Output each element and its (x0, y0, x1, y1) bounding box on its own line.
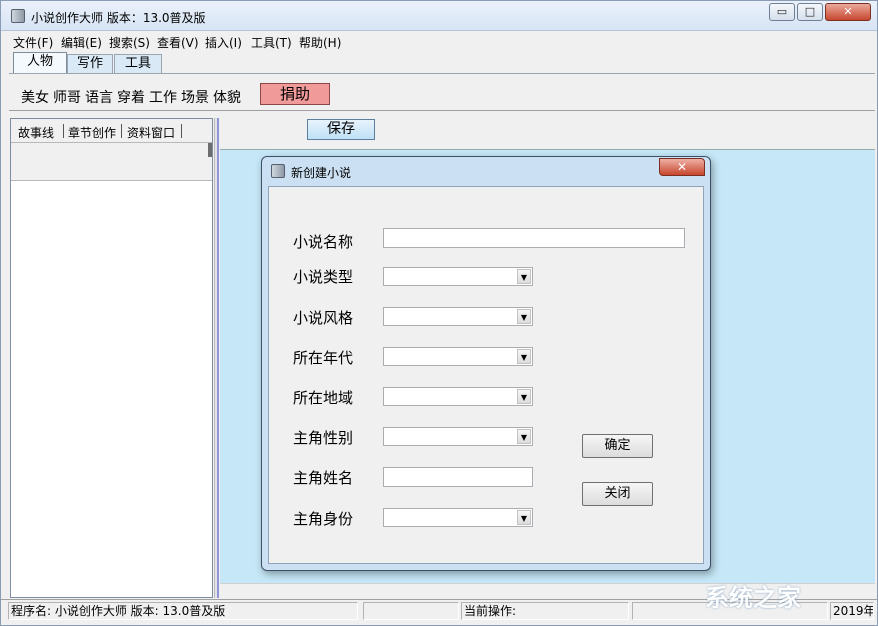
new-novel-dialog: 新创建小说 ✕ 小说名称 小说类型 ▼ 小说风格 ▼ 所在年代 ▼ 所在地域 ▼… (261, 156, 711, 571)
link-scene[interactable]: 场景 (181, 87, 209, 107)
tab-separator (63, 124, 64, 138)
watermark-logo: 系统之家 (705, 584, 801, 612)
chevron-down-icon[interactable]: ▼ (517, 309, 531, 324)
menu-help[interactable]: 帮助(H) (299, 34, 341, 50)
menu-insert[interactable]: 插入(I) (205, 34, 242, 50)
novel-type-select[interactable]: ▼ (383, 267, 533, 286)
link-beauty[interactable]: 美女 (21, 87, 49, 107)
app-icon (11, 9, 25, 23)
window-title: 小说创作大师 版本：13.0普及版 (31, 11, 206, 25)
novel-style-select[interactable]: ▼ (383, 307, 533, 326)
menu-edit[interactable]: 编辑(E) (61, 34, 102, 50)
tab-characters[interactable]: 人物 (13, 52, 67, 74)
label-protagonist-gender: 主角性别 (293, 429, 354, 447)
left-tab-strip: 故事线 章节创作 资料窗口 (11, 119, 212, 143)
tab-tools[interactable]: 工具 (114, 54, 162, 74)
label-era: 所在年代 (293, 349, 354, 367)
chevron-down-icon[interactable]: ▼ (517, 269, 531, 284)
tab-chapter-writing[interactable]: 章节创作 (68, 124, 116, 141)
save-button[interactable]: 保存 (307, 119, 375, 140)
chevron-down-icon[interactable]: ▼ (517, 510, 531, 525)
ok-button[interactable]: 确定 (582, 434, 653, 458)
close-button[interactable]: ✕ (825, 3, 871, 21)
chevron-down-icon[interactable]: ▼ (517, 429, 531, 444)
label-novel-name: 小说名称 (293, 233, 354, 251)
tab-writing[interactable]: 写作 (67, 54, 113, 74)
menu-view[interactable]: 查看(V) (157, 34, 199, 50)
label-novel-type: 小说类型 (293, 268, 354, 286)
minimize-button[interactable]: ▭ (769, 3, 795, 21)
status-empty-1 (363, 602, 459, 620)
maximize-button[interactable]: □ (797, 3, 823, 21)
status-year: 2019年 (830, 602, 874, 620)
left-panel: 故事线 章节创作 资料窗口 (10, 118, 213, 598)
left-panel-scroll-thumb[interactable] (208, 143, 212, 157)
link-brother[interactable]: 师哥 (53, 87, 81, 107)
dialog-close-icon[interactable]: ✕ (659, 158, 705, 176)
tab-separator (181, 124, 182, 138)
dialog-body: 小说名称 小说类型 ▼ 小说风格 ▼ 所在年代 ▼ 所在地域 ▼ 主角性别 ▼ … (268, 186, 704, 564)
splitter-accent (217, 118, 219, 598)
dialog-app-icon (271, 164, 285, 178)
link-work[interactable]: 工作 (149, 87, 177, 107)
novel-name-input[interactable] (383, 228, 685, 248)
protagonist-name-input[interactable] (383, 467, 533, 487)
protagonist-gender-select[interactable]: ▼ (383, 427, 533, 446)
label-protagonist-name: 主角姓名 (293, 469, 354, 487)
tab-storyline[interactable]: 故事线 (18, 124, 54, 141)
menu-search[interactable]: 搜索(S) (109, 34, 150, 50)
link-clothing[interactable]: 穿着 (117, 87, 145, 107)
label-region: 所在地域 (293, 389, 354, 407)
tab-strip-divider (9, 73, 875, 74)
toolbar-divider (9, 110, 875, 111)
left-panel-header (11, 142, 212, 181)
menu-tools[interactable]: 工具(T) (251, 34, 292, 50)
label-novel-style: 小说风格 (293, 309, 354, 327)
status-program: 程序名: 小说创作大师 版本: 13.0普及版 (8, 602, 358, 620)
link-language[interactable]: 语言 (85, 87, 113, 107)
dialog-close-button[interactable]: 关闭 (582, 482, 653, 506)
era-select[interactable]: ▼ (383, 347, 533, 366)
status-current-operation: 当前操作: (461, 602, 629, 620)
chevron-down-icon[interactable]: ▼ (517, 349, 531, 364)
link-appearance[interactable]: 体貌 (213, 87, 241, 107)
donate-button[interactable]: 捐助 (260, 83, 330, 105)
tab-separator (121, 124, 122, 138)
protagonist-identity-select[interactable]: ▼ (383, 508, 533, 527)
tab-material-window[interactable]: 资料窗口 (127, 124, 175, 141)
dialog-title: 新创建小说 (291, 166, 352, 180)
region-select[interactable]: ▼ (383, 387, 533, 406)
title-bar[interactable]: 小说创作大师 版本：13.0普及版 ▭ □ ✕ (1, 1, 877, 31)
chevron-down-icon[interactable]: ▼ (517, 389, 531, 404)
label-protagonist-identity: 主角身份 (293, 510, 354, 528)
menu-file[interactable]: 文件(F) (13, 34, 53, 50)
